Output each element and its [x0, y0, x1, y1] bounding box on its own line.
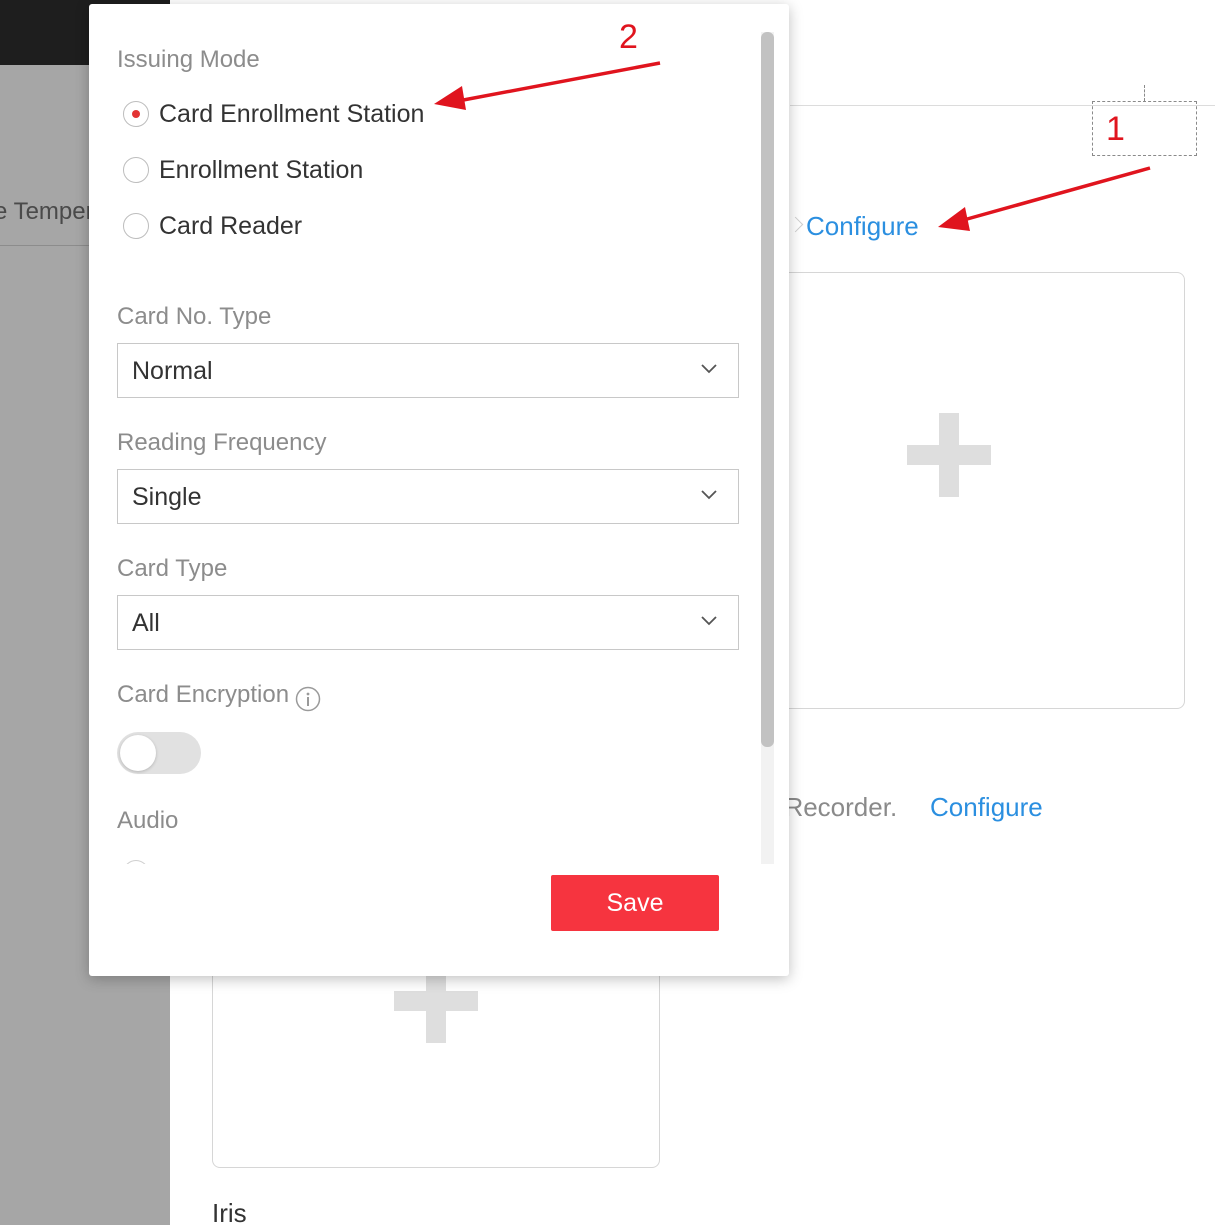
select-value: All: [132, 609, 160, 637]
card-type-select[interactable]: All: [117, 595, 739, 650]
issuing-mode-label: Issuing Mode: [117, 46, 260, 73]
annotation-dash-line: [1144, 85, 1145, 101]
radio-unchecked-icon[interactable]: [123, 213, 149, 239]
audio-label: Audio: [117, 807, 179, 834]
annotation-number-2: 2: [619, 18, 638, 56]
card-encryption-label: Card Encryption: [117, 681, 290, 708]
configure-link-card[interactable]: Configure: [806, 211, 919, 242]
card-type-label: Card Type: [117, 555, 228, 582]
radio-label: Card Enrollment Station: [159, 99, 425, 128]
iris-label: Iris: [212, 1198, 247, 1228]
save-button[interactable]: Save: [551, 875, 719, 931]
radio-checked-icon[interactable]: [123, 101, 149, 127]
chevron-down-icon: [701, 616, 717, 626]
select-value: Single: [132, 483, 202, 511]
radio-unchecked-icon[interactable]: [123, 157, 149, 183]
card-no-type-select[interactable]: Normal: [117, 343, 739, 398]
reading-frequency-select[interactable]: Single: [117, 469, 739, 524]
radio-enrollment-station[interactable]: Enrollment Station: [123, 154, 363, 186]
recorder-text: t Recorder.: [770, 792, 898, 822]
annotation-arrow-1: [938, 166, 1151, 231]
radio-label: Enrollment Station: [159, 155, 364, 184]
radio-card-enrollment-station[interactable]: Card Enrollment Station: [123, 98, 424, 130]
radio-label: Card Reader: [159, 211, 303, 240]
configure-link-recorder[interactable]: Configure: [930, 792, 1043, 823]
dialog-scroll-area[interactable]: Issuing Mode Card Enrollment Station Enr…: [89, 4, 789, 864]
chevron-left-icon: [787, 216, 804, 233]
chevron-down-icon: [701, 364, 717, 374]
chevron-down-icon: [701, 490, 717, 500]
radio-card-reader[interactable]: Card Reader: [123, 210, 302, 242]
partial-tab-label: e Temper: [0, 198, 94, 225]
scrollbar-thumb[interactable]: [761, 32, 774, 747]
reading-frequency-label: Reading Frequency: [117, 429, 327, 456]
radio-unchecked-icon[interactable]: [123, 860, 149, 864]
info-icon[interactable]: [295, 686, 321, 712]
card-no-type-label: Card No. Type: [117, 303, 272, 330]
annotation-number-1: 1: [1106, 110, 1125, 148]
toggle-knob: [120, 735, 156, 771]
plus-icon: [907, 413, 991, 497]
select-value: Normal: [132, 357, 213, 385]
card-configure-dialog: Issuing Mode Card Enrollment Station Enr…: [89, 4, 789, 976]
card-encryption-toggle[interactable]: [117, 732, 201, 774]
